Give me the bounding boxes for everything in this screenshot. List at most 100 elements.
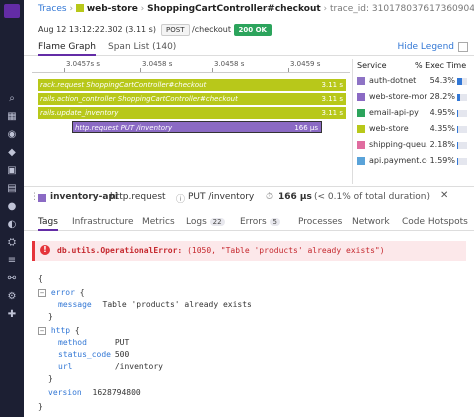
tab-flame-graph[interactable]: Flame Graph [38,42,96,56]
flame-span-action-controller[interactable]: rails.action_controller ShoppingCartCont… [38,93,346,105]
legend-row[interactable]: web-store 4.35% [357,123,474,137]
http-method-badge: POST [161,24,190,36]
json-line-version: version 1628794800 [48,388,141,397]
legend-row[interactable]: api.payment.com1.59% [357,155,474,169]
legend-exec-pct: 1.59% [429,156,455,165]
span-duration: 166 μs [294,124,318,132]
service-color-swatch [357,109,365,117]
network-icon[interactable]: ⚯ [5,272,19,286]
json-brace: } [38,402,43,411]
service-color-swatch [357,77,365,85]
json-value: 500 [114,350,130,359]
legend-exec-bar [457,78,467,85]
tab-metrics[interactable]: Metrics [142,217,175,227]
json-key: version [48,388,82,397]
section-divider [24,186,474,187]
legend-exec-header[interactable]: % Exec Time [415,61,466,70]
breadcrumb-resource[interactable]: ShoppingCartController#checkout [147,4,321,14]
legend-row[interactable]: web-store-mon...28.2% [357,91,474,105]
span-label: rails.action_controller ShoppingCartCont… [40,95,238,103]
integrations-icon[interactable]: ✚ [5,308,19,322]
span-duration: 3.11 s [321,109,343,117]
breadcrumb-separator: › [323,4,328,14]
breadcrumb: Traces › web-store › ShoppingCartControl… [38,4,474,14]
trace-id-value[interactable]: 3101780376173609045 [372,4,474,14]
detail-tabs: Tags Infrastructure Metrics Logs 22 Erro… [24,214,474,231]
ruler-tick-mark [212,68,213,72]
error-banner: ! db.utils.OperationalError: (1050, "Tab… [32,241,466,261]
flame-span-http-request[interactable]: http.request PUT /inventory 166 μs [72,121,322,133]
ruler-tick-mark [64,68,65,72]
tab-span-list[interactable]: Span List (140) [108,42,176,52]
flame-span-update-inventory[interactable]: rails.update_inventory 3.11 s [38,107,346,119]
tab-logs[interactable]: Logs 22 [186,217,225,227]
dashboard-icon[interactable]: ▦ [5,110,19,124]
service-legend: Service % Exec Time auth-dotnet 54.3% web-… [352,59,474,184]
datadog-logo-icon[interactable] [4,4,20,18]
legend-row[interactable]: email-api-py 4.95% [357,107,474,121]
info-icon[interactable]: ⓘ [176,192,185,205]
span-service[interactable]: inventory-api [50,192,118,202]
legend-exec-pct: 4.35% [429,124,455,133]
notebook-icon[interactable]: ▤ [5,182,19,196]
span-duration-detail: (< 0.1% of total duration) [314,192,430,202]
tab-label: Metrics [142,217,175,227]
json-key: url [58,362,73,371]
json-key: message [58,300,92,309]
error-icon: ! [40,245,50,255]
breadcrumb-service[interactable]: web-store [87,4,138,14]
collapse-toggle-icon[interactable]: − [38,289,46,297]
legend-service-header[interactable]: Service [357,61,387,70]
legend-exec-bar [457,142,467,149]
logs-icon[interactable]: ≡ [5,254,19,268]
infrastructure-icon[interactable]: ▣ [5,164,19,178]
tab-processes[interactable]: Processes [298,217,342,227]
synthetics-icon[interactable]: ⚙ [5,290,19,304]
monitor-icon[interactable]: ◉ [5,128,19,142]
tab-network[interactable]: Network [352,217,390,227]
breadcrumb-traces-link[interactable]: Traces [38,4,67,14]
http-path: /checkout [192,25,231,34]
search-icon[interactable]: ⌕ [5,92,19,106]
tab-label: Tags [38,217,58,227]
span-duration: 3.11 s [321,81,343,89]
tab-label: Infrastructure [72,217,134,227]
collapse-toggle-icon[interactable]: − [38,327,46,335]
tab-errors[interactable]: Errors 5 [240,217,280,227]
view-tabs: Flame Graph Span List (140) Hide Legend [24,41,474,56]
expand-icon[interactable] [458,42,468,52]
span-label: http.request PUT /inventory [75,124,173,132]
flame-graph[interactable]: 3.0457s s 3.0458 s 3.0458 s 3.0459 s rac… [32,59,350,184]
trace-date: Aug 12 13:12:22.302 [38,25,123,34]
ruler-tick-mark [288,68,289,72]
trace-duration: (3.11 s) [125,25,156,34]
apm-icon[interactable]: ◆ [5,146,19,160]
span-header: ⋮ inventory-api http.request ⓘ PUT /inve… [24,190,474,206]
ci-icon[interactable]: ⛭ [5,236,19,250]
legend-exec-bar-fill [457,110,458,117]
tags-json-view: { − error { message Table 'products' alr… [38,270,474,417]
legend-exec-bar [457,110,467,117]
legend-exec-bar-fill [457,78,463,85]
close-icon[interactable]: ✕ [440,190,448,201]
trace-id-label: trace_id: [330,4,370,14]
time-ruler: 3.0457s s 3.0458 s 3.0458 s 3.0459 s [32,59,350,73]
legend-row[interactable]: shipping-queu...2.18% [357,139,474,153]
security-icon[interactable]: ● [5,200,19,214]
legend-service-name: web-store [369,124,409,133]
hide-legend-link[interactable]: Hide Legend [398,42,454,52]
tab-tags[interactable]: Tags [38,217,58,231]
service-color-swatch [357,93,365,101]
ruler-tick-label: 3.0458 s [214,60,245,68]
legend-row[interactable]: auth-dotnet 54.3% [357,75,474,89]
legend-exec-bar [457,126,467,133]
legend-exec-bar [457,94,467,101]
json-brace: } [48,312,53,321]
tab-infrastructure[interactable]: Infrastructure [72,217,134,227]
json-brace: { [79,288,85,297]
tab-code-hotspots[interactable]: Code Hotspots [402,217,468,227]
errors-count-badge: 5 [269,218,280,226]
flame-span-rack-request[interactable]: rack.request ShoppingCartController#chec… [38,79,346,91]
rum-icon[interactable]: ◐ [5,218,19,232]
legend-service-name: auth-dotnet [369,76,417,85]
